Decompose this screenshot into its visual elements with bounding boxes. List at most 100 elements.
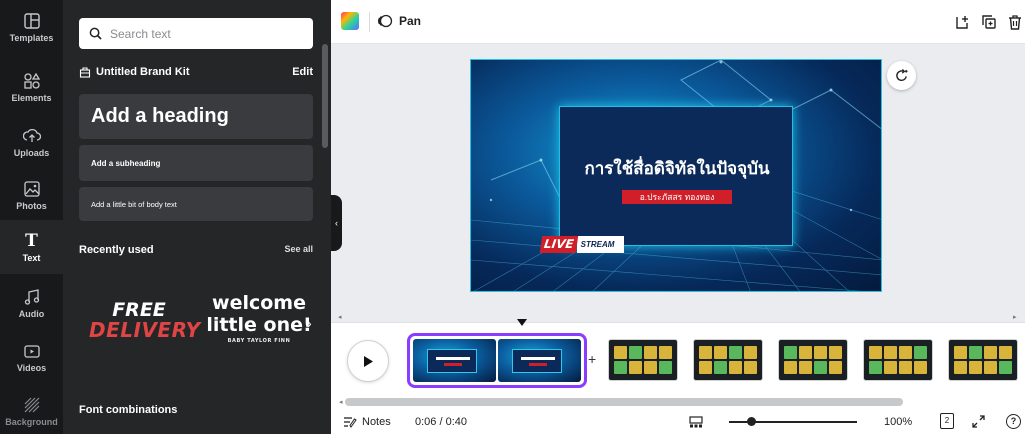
playhead-marker[interactable] <box>517 319 527 326</box>
clip-thumbnail-title <box>427 349 477 373</box>
duplicate-page-icon[interactable] <box>981 14 997 30</box>
clip-tile <box>829 346 842 359</box>
slide-subtitle[interactable]: อ.ประภัสสร ทองทอง <box>622 190 732 204</box>
rail-item-audio[interactable]: Audio <box>0 276 63 330</box>
bottom-bar: Notes 0:06 / 0:40 100% 2 ? <box>331 410 1025 434</box>
recent-font-free-delivery[interactable]: FREE DELIVERY <box>89 299 201 342</box>
clip-tile <box>869 346 882 359</box>
clip-tile <box>729 361 742 374</box>
zoom-slider-thumb[interactable] <box>747 417 756 426</box>
title-box: การใช้สื่อดิจิทัลในปัจจุบัน อ.ประภัสสร ท… <box>559 106 793 246</box>
clip-tile <box>659 346 672 359</box>
rail-item-templates[interactable]: Templates <box>0 0 63 54</box>
clip-tile <box>699 361 712 374</box>
play-button[interactable] <box>347 340 389 382</box>
rail-item-background[interactable]: Background <box>0 384 63 434</box>
notes-button[interactable]: Notes <box>343 416 391 428</box>
rail-item-elements[interactable]: Elements <box>0 60 63 114</box>
design-canvas-slide[interactable]: การใช้สื่อดิจิทัลในปัจจุบัน อ.ประภัสสร ท… <box>470 59 882 292</box>
rail-item-videos[interactable]: Videos <box>0 330 63 384</box>
search-box[interactable] <box>79 18 313 49</box>
help-button[interactable]: ? <box>1006 414 1021 429</box>
background-icon <box>24 397 39 412</box>
timeline-clip[interactable] <box>693 339 763 381</box>
add-body-text-button[interactable]: Add a little bit of body text <box>79 187 313 221</box>
clip-tile <box>999 361 1012 374</box>
timeline-clip[interactable] <box>778 339 848 381</box>
timeline-clip[interactable] <box>863 339 933 381</box>
clip-tile <box>744 346 757 359</box>
refresh-icon <box>896 68 908 81</box>
see-all-link[interactable]: See all <box>284 244 313 256</box>
clip-tile <box>714 346 727 359</box>
clip-tile <box>954 361 967 374</box>
add-subheading-button[interactable]: Add a subheading <box>79 145 313 181</box>
canvas-scroll-left-icon[interactable]: ◂ <box>338 313 342 321</box>
clip-tile <box>869 361 882 374</box>
brand-kit-icon <box>79 67 91 78</box>
clip-tile <box>884 346 897 359</box>
live-stream-badge[interactable]: LIVE STREAM <box>539 236 625 253</box>
rail-item-photos[interactable]: Photos <box>0 168 63 222</box>
clip-tile <box>984 361 997 374</box>
rail-label: Videos <box>16 362 47 373</box>
timeline-scrollbar[interactable] <box>345 398 903 406</box>
timeline-clip[interactable] <box>608 339 678 381</box>
notes-icon <box>344 417 357 428</box>
rail-item-text[interactable]: T Text <box>0 220 63 274</box>
search-input[interactable] <box>110 26 300 41</box>
play-icon <box>364 355 373 367</box>
collapse-panel-button[interactable]: ‹ <box>331 195 342 251</box>
delivery-text: DELIVERY <box>89 318 201 342</box>
clip-tile <box>814 361 827 374</box>
canvas-scroll-right-icon[interactable]: ▸ <box>1013 313 1017 321</box>
page-count-button[interactable]: 2 <box>940 413 954 429</box>
edit-brand-kit-link[interactable]: Edit <box>292 66 313 78</box>
free-text: FREE <box>112 299 166 321</box>
clip-tile <box>814 346 827 359</box>
toolbar-divider <box>369 12 370 32</box>
clip-tile <box>784 346 797 359</box>
recent-font-welcome[interactable]: welcome little one! BABY TAYLOR FINN <box>205 292 313 346</box>
panel-scrollbar[interactable] <box>322 44 328 148</box>
trash-icon[interactable] <box>1007 14 1023 30</box>
slide-title[interactable]: การใช้สื่อดิจิทัลในปัจจุบัน <box>560 155 794 182</box>
welcome-text: welcome <box>212 292 306 314</box>
add-heading-button[interactable]: Add a heading <box>79 94 313 139</box>
stream-label: STREAM <box>576 236 625 253</box>
chevron-right-icon[interactable]: › <box>307 315 312 331</box>
pan-button[interactable]: Pan <box>377 13 421 29</box>
editor-app: Templates Elements Uploads Photos T Text… <box>0 0 1025 434</box>
add-clip-plus-icon[interactable]: + <box>588 351 596 367</box>
elements-icon <box>23 72 40 89</box>
search-icon <box>89 27 102 40</box>
rail-label: Templates <box>9 32 54 43</box>
color-picker-button[interactable] <box>341 12 359 30</box>
chevron-left-icon: ‹ <box>335 218 338 228</box>
clip-tile <box>899 346 912 359</box>
clip-tile <box>799 361 812 374</box>
selected-clip[interactable] <box>407 333 587 388</box>
timeline-scroll-left-icon[interactable]: ◂ <box>339 398 343 406</box>
regenerate-button[interactable] <box>887 61 916 90</box>
timeline-clip[interactable] <box>948 339 1018 381</box>
clip-tile <box>629 346 642 359</box>
clip-tile <box>884 361 897 374</box>
rail-item-uploads[interactable]: Uploads <box>0 115 63 169</box>
brand-kit-name: Untitled Brand Kit <box>96 66 190 78</box>
clip-tile <box>629 361 642 374</box>
text-panel: Untitled Brand Kit Edit Add a heading Ad… <box>63 0 331 434</box>
grid-view-icon[interactable] <box>689 416 703 428</box>
playback-time: 0:06 / 0:40 <box>415 416 467 428</box>
clip-tile <box>999 346 1012 359</box>
clip-tile <box>914 346 927 359</box>
rail-label: Elements <box>11 92 52 103</box>
fullscreen-icon[interactable] <box>972 415 985 428</box>
left-rail: Templates Elements Uploads Photos T Text… <box>0 0 63 434</box>
clip-tile <box>644 346 657 359</box>
add-page-icon[interactable] <box>954 14 970 30</box>
zoom-level[interactable]: 100% <box>884 416 912 428</box>
rail-label: Audio <box>18 308 45 319</box>
pan-animation-icon <box>377 14 393 28</box>
clip-thumbnail <box>498 339 581 382</box>
